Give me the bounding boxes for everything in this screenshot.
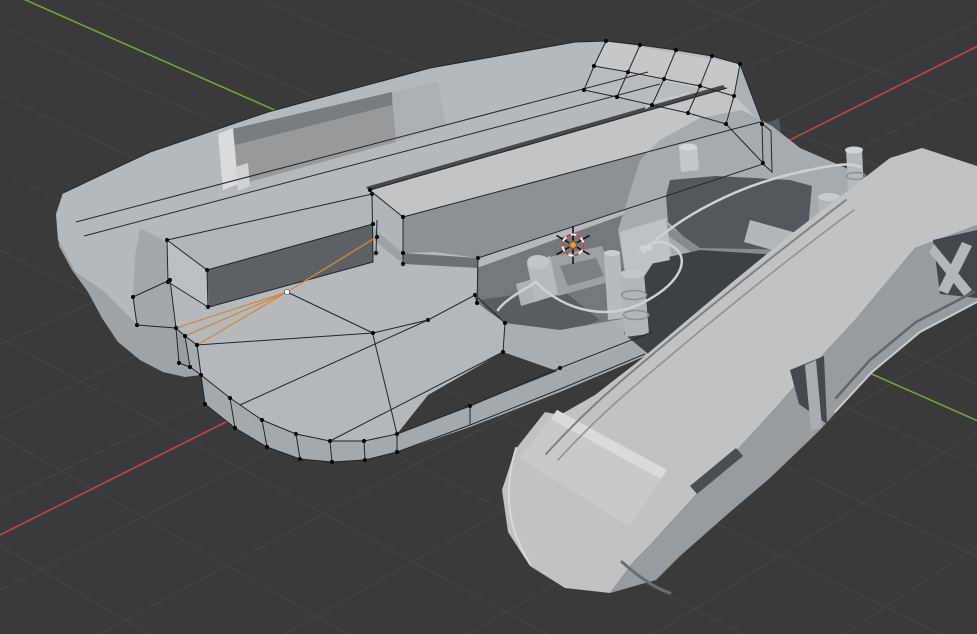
- vertex[interactable]: [204, 267, 210, 273]
- vertex[interactable]: [709, 53, 715, 59]
- vertex[interactable]: [259, 417, 265, 423]
- vertex[interactable]: [362, 457, 368, 463]
- vertex[interactable]: [673, 47, 679, 53]
- vertex[interactable]: [760, 160, 766, 166]
- vertex[interactable]: [194, 342, 200, 348]
- vertex[interactable]: [202, 401, 208, 407]
- vertex[interactable]: [227, 395, 233, 401]
- vertex[interactable]: [603, 38, 609, 44]
- vertex[interactable]: [400, 250, 406, 256]
- vertex[interactable]: [591, 63, 597, 69]
- vertex[interactable]: [731, 93, 737, 99]
- vertex[interactable]: [264, 444, 270, 450]
- vertex[interactable]: [685, 110, 691, 116]
- vertex[interactable]: [759, 121, 765, 127]
- object-origin-dot[interactable]: [569, 241, 577, 249]
- blender-3d-viewport[interactable]: [0, 0, 977, 634]
- cyl-cap-small[interactable]: [679, 143, 697, 151]
- vertex[interactable]: [167, 277, 173, 283]
- mount-cap[interactable]: [639, 245, 653, 251]
- active-vertex[interactable]: [284, 289, 290, 295]
- vertex[interactable]: [361, 438, 367, 444]
- vertex[interactable]: [474, 300, 480, 306]
- vertex[interactable]: [327, 438, 333, 444]
- vertex[interactable]: [637, 42, 643, 48]
- vertex[interactable]: [400, 261, 406, 267]
- vertex[interactable]: [232, 425, 238, 431]
- vertex[interactable]: [400, 214, 406, 220]
- vertex[interactable]: [176, 360, 182, 366]
- vertex[interactable]: [475, 255, 481, 261]
- vertex[interactable]: [394, 449, 400, 455]
- vertex[interactable]: [472, 292, 478, 298]
- vertex[interactable]: [198, 372, 204, 378]
- vertex[interactable]: [661, 76, 667, 82]
- cyl-cap-thin[interactable]: [604, 250, 620, 256]
- vertex[interactable]: [557, 365, 563, 371]
- hinge-cap[interactable]: [527, 255, 549, 269]
- vertex[interactable]: [373, 250, 379, 256]
- vertex[interactable]: [394, 431, 400, 437]
- vertex[interactable]: [581, 87, 587, 93]
- vertex[interactable]: [164, 237, 170, 243]
- vertex[interactable]: [425, 317, 431, 323]
- vertex[interactable]: [614, 94, 620, 100]
- cyl-cap-ringed[interactable]: [620, 269, 644, 279]
- vertex[interactable]: [374, 234, 380, 240]
- vertex[interactable]: [649, 102, 655, 108]
- vertex[interactable]: [370, 221, 376, 227]
- vertex[interactable]: [502, 320, 508, 326]
- vertex[interactable]: [369, 191, 375, 197]
- vertex[interactable]: [723, 121, 729, 127]
- vertex[interactable]: [293, 431, 299, 437]
- vertex[interactable]: [173, 325, 179, 331]
- vertex[interactable]: [697, 83, 703, 89]
- vertex[interactable]: [187, 364, 193, 370]
- vertex[interactable]: [205, 304, 211, 310]
- vertex[interactable]: [329, 459, 335, 465]
- vertex[interactable]: [467, 403, 473, 409]
- vertex[interactable]: [130, 294, 136, 300]
- vertex[interactable]: [134, 322, 140, 328]
- viewport-scene: [0, 0, 977, 634]
- cyl-cap-right[interactable]: [845, 146, 863, 154]
- vertex[interactable]: [370, 330, 376, 336]
- vertex[interactable]: [500, 349, 506, 355]
- shock-cylinder-ringed[interactable]: [620, 273, 649, 337]
- vertex[interactable]: [182, 333, 188, 339]
- vertex[interactable]: [367, 187, 373, 193]
- vertex[interactable]: [625, 69, 631, 75]
- vertex[interactable]: [737, 61, 743, 67]
- vertex[interactable]: [297, 456, 303, 462]
